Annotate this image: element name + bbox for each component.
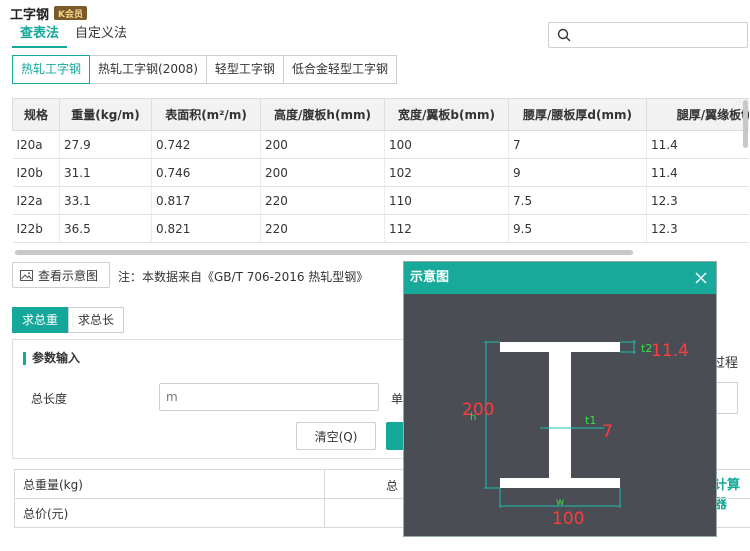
bottom-flange (500, 478, 620, 488)
cell: 110 (384, 186, 509, 215)
total-weight-label: 总重量(kg) (14, 469, 325, 499)
vip-badge[interactable]: K会员 (54, 6, 87, 20)
table-row[interactable]: I20a 27.9 0.742 200 100 7 11.4 (12, 130, 749, 159)
cell: 220 (260, 186, 385, 215)
unit-price-label: 单 (391, 392, 404, 406)
cell: 220 (260, 214, 385, 243)
cell: 36.5 (59, 214, 152, 243)
search-input[interactable] (575, 25, 743, 45)
i-beam-diagram: t2 11.4 h 200 t1 7 w 100 (462, 340, 689, 529)
length-label: 总长度 (31, 392, 68, 406)
cell: 102 (384, 158, 509, 187)
clear-button[interactable]: 清空(Q) (296, 422, 376, 450)
cell: 0.746 (151, 158, 261, 187)
t2-value: 11.4 (651, 341, 689, 361)
column-header[interactable]: 腰厚/腰板厚d(mm) (508, 98, 647, 131)
cell: 11.4 (646, 130, 749, 159)
table-row[interactable]: I22a 33.1 0.817 220 110 7.5 12.3 (12, 186, 749, 215)
t1-value: 7 (602, 422, 613, 442)
tab-custom[interactable]: 自定义法 (67, 24, 135, 48)
cell: 12.3 (646, 214, 749, 243)
tab-hot-rolled-2008[interactable]: 热轧工字钢(2008) (89, 55, 207, 84)
column-header[interactable]: 重量(kg/m) (59, 98, 152, 131)
cell: I22a (12, 186, 60, 215)
table-vertical-scrollbar[interactable] (743, 100, 748, 148)
h-value: 200 (462, 400, 494, 420)
spec-table: 规格 重量(kg/m) 表面积(m²/m) 高度/腹板h(mm) 宽度/翼板b(… (12, 98, 749, 244)
cell: 7.5 (508, 186, 647, 215)
cell: 9.5 (508, 214, 647, 243)
type-tabs: 热轧工字钢 热轧工字钢(2008) 轻型工字钢 低合金轻型工字钢 (12, 55, 397, 84)
cell: 200 (260, 130, 385, 159)
tab-light[interactable]: 轻型工字钢 (205, 55, 284, 84)
calc-tabs: 求总重 求总长 (12, 307, 125, 333)
source-note: 注：本数据来自《GB/T 706-2016 热轧型钢》 (118, 270, 369, 284)
cell: 0.817 (151, 186, 261, 215)
cell: 100 (384, 130, 509, 159)
total-price-label: 总价(元) (14, 498, 325, 528)
t1-label: t1 (585, 414, 596, 427)
table-horizontal-scrollbar[interactable] (15, 250, 633, 255)
cell: 9 (508, 158, 647, 187)
cell: 112 (384, 214, 509, 243)
cell: 12.3 (646, 186, 749, 215)
cell: 200 (260, 158, 385, 187)
w-label: w (556, 497, 564, 508)
param-header: 参数输入 (23, 352, 80, 365)
diagram-popup: 示意图 t2 11.4 h 200 t1 7 w 100 (404, 262, 716, 536)
top-flange (500, 342, 620, 352)
tab-total-weight[interactable]: 求总重 (12, 307, 69, 333)
cell: 11.4 (646, 158, 749, 187)
search-icon[interactable] (557, 28, 571, 42)
length-input[interactable] (159, 383, 379, 411)
cell: 0.821 (151, 214, 261, 243)
tab-lookup-table[interactable]: 查表法 (12, 24, 68, 48)
tab-total-length[interactable]: 求总长 (68, 307, 125, 333)
param-panel: 参数输入 总长度 单 清空(Q) (12, 339, 426, 459)
mode-tabs: 查表法 自定义法 (12, 24, 135, 48)
column-header[interactable]: 表面积(m²/m) (151, 98, 261, 131)
tab-low-alloy-light[interactable]: 低合金轻型工字钢 (282, 55, 397, 84)
cell: 7 (508, 130, 647, 159)
popup-title: 示意图 (410, 270, 450, 285)
column-header[interactable]: 宽度/翼板b(mm) (384, 98, 509, 131)
table-row[interactable]: I22b 36.5 0.821 220 112 9.5 12.3 (12, 214, 749, 243)
close-icon[interactable] (694, 271, 708, 285)
table-row[interactable]: I20b 31.1 0.746 200 102 9 11.4 (12, 158, 749, 187)
popup-header[interactable]: 示意图 (404, 262, 716, 294)
column-header[interactable]: 规格 (12, 98, 60, 131)
w-value: 100 (552, 509, 584, 529)
cell: 27.9 (59, 130, 152, 159)
table-header-row: 规格 重量(kg/m) 表面积(m²/m) 高度/腹板h(mm) 宽度/翼板b(… (12, 98, 749, 131)
cell: I22b (12, 214, 60, 243)
web (549, 352, 571, 478)
cell: 33.1 (59, 186, 152, 215)
column-header[interactable]: 腿厚/翼缘板t( (646, 98, 749, 131)
cell: I20a (12, 130, 60, 159)
view-diagram-button[interactable]: 查看示意图 (12, 262, 110, 288)
total-right-label: 总 (386, 479, 399, 493)
view-diagram-label: 查看示意图 (38, 268, 99, 283)
cell: 0.742 (151, 130, 261, 159)
cell: 31.1 (59, 158, 152, 187)
tab-hot-rolled[interactable]: 热轧工字钢 (12, 55, 91, 84)
column-header[interactable]: 高度/腹板h(mm) (260, 98, 385, 131)
title-bar: 工字钢 K会员 (10, 4, 87, 23)
page-title: 工字钢 (10, 7, 50, 23)
search-box (548, 22, 748, 48)
image-icon (20, 269, 33, 281)
cell: I20b (12, 158, 60, 187)
